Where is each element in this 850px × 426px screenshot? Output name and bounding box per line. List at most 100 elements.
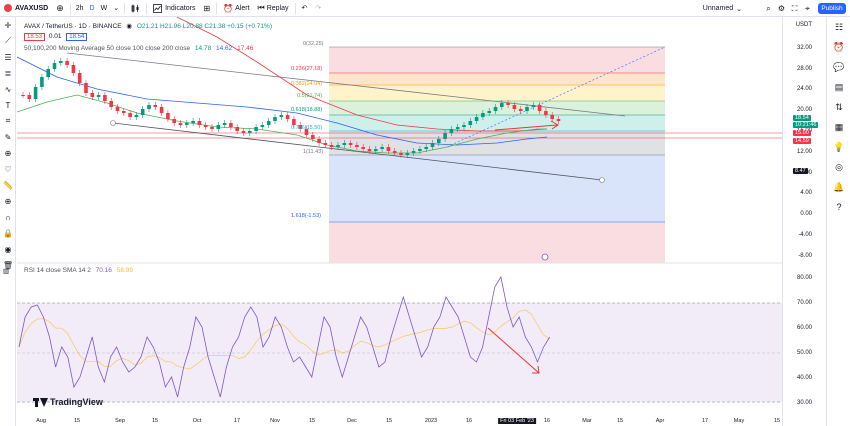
- alert-button[interactable]: ⏰ Alert: [219, 0, 253, 17]
- drawing-toolbar: ✛ ⟋ ☰ ≣ ∿ T ⌗ ✎ ⊕ ♡ 📏 ⊕ ∩ 🔒 ◉ 🗑: [0, 17, 16, 426]
- right-sidebar: ☷ ⏰ 💬 ▤ ⇅ ▦ 💡 ◎ 🔔 ?: [826, 17, 850, 426]
- price-axis[interactable]: USDT 32.0028.0024.0020.0016.0012.008.004…: [782, 17, 826, 426]
- candle-body: [367, 149, 372, 151]
- zoom-in-icon[interactable]: ⊕: [0, 193, 16, 209]
- alert-label: Alert: [235, 4, 250, 12]
- watchlist-icon[interactable]: ☷: [827, 17, 850, 37]
- notifications-icon[interactable]: 🔔: [827, 177, 850, 197]
- candle-body: [380, 147, 384, 149]
- projection-tool-icon[interactable]: ⌗: [0, 113, 16, 129]
- hotlists-icon[interactable]: ⇅: [827, 97, 850, 117]
- plus-circle-icon: ⊕: [56, 2, 64, 13]
- fib-tool-icon[interactable]: ≣: [0, 65, 16, 81]
- interval-w[interactable]: W: [98, 5, 111, 12]
- chevron-down-icon: ⌄: [736, 5, 742, 13]
- layout-name-button[interactable]: Unnamed ⌄: [703, 0, 742, 17]
- price-tick-label: -8.00: [798, 253, 812, 259]
- grid-icon: ⊞: [203, 3, 211, 13]
- chart-canvas[interactable]: [17, 17, 782, 426]
- candle-body: [273, 117, 277, 121]
- fullscreen-icon[interactable]: ⛶: [790, 4, 799, 13]
- time-axis[interactable]: Aug 15 Sep 15 Oct 17 Nov 15 Dec 15 2023 16 Fri 03 Fe…: [17, 418, 782, 426]
- fib-retracement[interactable]: [329, 46, 665, 263]
- candle-body: [336, 145, 340, 147]
- time-tick-label: 15: [773, 418, 781, 424]
- candle-body: [122, 111, 126, 113]
- chart-title: AVAX / TetherUS · 1D · BINANCE: [24, 23, 122, 30]
- candle-body: [33, 87, 38, 99]
- candle-body: [556, 119, 561, 121]
- candle-body: [46, 69, 50, 77]
- pattern-tool-icon[interactable]: ∿: [0, 81, 16, 97]
- rsi-pane-icon[interactable]: ▥: [3, 267, 9, 275]
- search-icon[interactable]: ⌕: [764, 4, 773, 13]
- currency-label[interactable]: USDT: [796, 22, 812, 28]
- rsi-value-2: 58.99: [116, 267, 134, 274]
- candle-body: [260, 125, 265, 127]
- text-tool-icon[interactable]: T: [0, 97, 16, 113]
- fib-level-label: 1.618(-1.53): [291, 213, 321, 219]
- eye-icon[interactable]: ◉: [0, 241, 16, 257]
- time-tick-label: 17: [701, 418, 709, 424]
- data-window-icon[interactable]: ▤: [827, 77, 850, 97]
- buy-price-box[interactable]: 18.54: [66, 33, 88, 41]
- channel-handle[interactable]: [599, 177, 605, 183]
- ma-value-2: 14.62: [216, 45, 233, 52]
- ruler-icon[interactable]: 📏: [0, 177, 16, 193]
- interval-2h[interactable]: 2h: [73, 5, 87, 12]
- undo-button[interactable]: ↶: [298, 0, 312, 17]
- streams-icon[interactable]: ◎: [827, 157, 850, 177]
- tradingview-logo-icon: [33, 397, 48, 407]
- lock-icon[interactable]: 🔒: [0, 225, 16, 241]
- time-tick-label: Fri 03 Feb '23: [498, 418, 536, 424]
- magnet-icon[interactable]: ∩: [0, 209, 16, 225]
- candle-body: [411, 151, 416, 153]
- time-tick-label: 15: [616, 418, 624, 424]
- candle-body: [374, 149, 378, 151]
- channel-handle[interactable]: [110, 120, 116, 126]
- ma-tag-b: 14.59: [793, 138, 811, 144]
- eye-icon[interactable]: ◉: [126, 23, 132, 30]
- shapes-tool-icon[interactable]: ⊕: [0, 145, 16, 161]
- symbol-label: AVAXUSD: [15, 4, 49, 12]
- candle-body: [329, 145, 334, 147]
- candle-body: [285, 115, 290, 119]
- candle-body: [323, 143, 328, 145]
- alert-marker-icon[interactable]: [541, 253, 549, 261]
- crosshair-icon[interactable]: ✛: [0, 17, 16, 33]
- fib-level-label: 1(11.43): [303, 149, 324, 155]
- publish-button[interactable]: Publish: [818, 3, 846, 14]
- horizontal-lines-icon[interactable]: ☰: [0, 49, 16, 65]
- rsi-tick-label: 60.00: [796, 325, 812, 331]
- settings-gear-icon[interactable]: ⚙: [777, 4, 786, 13]
- replay-button[interactable]: ⏮ Replay: [254, 0, 293, 17]
- alerts-clock-icon[interactable]: ⏰: [827, 37, 850, 57]
- candle-body: [178, 123, 183, 125]
- interval-d[interactable]: D: [87, 5, 98, 12]
- interval-dropdown-icon[interactable]: ⌄: [110, 4, 122, 12]
- redo-button[interactable]: ↷: [311, 0, 325, 17]
- favorite-heart-icon[interactable]: ♡: [0, 161, 16, 177]
- bar-style-button[interactable]: [127, 0, 144, 17]
- candle-body: [317, 139, 321, 143]
- ideas-bulb-icon[interactable]: 💡: [827, 137, 850, 157]
- brush-tool-icon[interactable]: ✎: [0, 129, 16, 145]
- ma-legend: 50,100,200 Moving Average 50 close 100 c…: [24, 45, 253, 52]
- indicators-button[interactable]: Indicators: [149, 0, 199, 17]
- rsi-legend: RSI 14 close SMA 14 2 70.16 58.99: [24, 267, 133, 274]
- tradingview-logo[interactable]: TradingView: [33, 397, 103, 407]
- sell-price-box[interactable]: 18.53: [24, 33, 46, 41]
- symbol-search[interactable]: AVAXUSD: [0, 0, 52, 17]
- templates-button[interactable]: ⊞: [199, 0, 214, 17]
- chat-icon[interactable]: 💬: [827, 57, 850, 77]
- candle-body: [241, 131, 246, 133]
- rsi-label: RSI 14 close SMA 14 2: [24, 267, 91, 274]
- calendar-icon[interactable]: ▦: [827, 117, 850, 137]
- camera-icon[interactable]: ⌖: [803, 4, 812, 13]
- help-icon[interactable]: ?: [827, 197, 850, 217]
- fib-level-label: 0.382(24.04): [291, 81, 323, 87]
- trend-line-icon[interactable]: ⟋: [0, 33, 16, 49]
- time-tick-label: Sep: [115, 418, 125, 424]
- candle-body: [544, 111, 548, 115]
- add-symbol-button[interactable]: ⊕: [52, 0, 68, 17]
